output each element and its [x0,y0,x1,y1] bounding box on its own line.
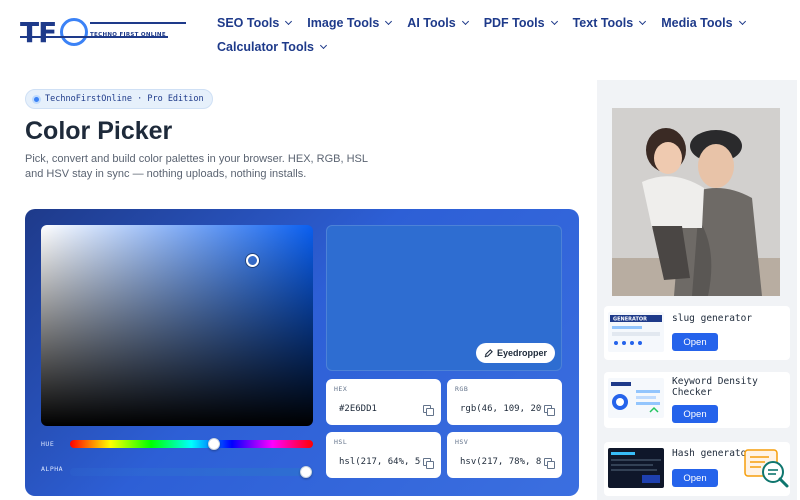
field-label: HSV [455,438,469,446]
nav-label: Media Tools [661,16,733,30]
eyedropper-icon [484,348,493,357]
hsl-value[interactable]: hsl(217, 64%, 50%) [339,457,421,467]
hsv-value[interactable]: hsv(217, 78%, 82%) [460,457,542,467]
keyword-density-thumbnail [608,378,664,418]
nav-ai-tools[interactable]: AI Tools [407,16,469,30]
field-label: HEX [334,385,348,393]
copy-icon[interactable] [423,458,434,469]
floating-search-widget[interactable] [743,448,790,490]
nav-label: AI Tools [407,16,456,30]
hsv-field[interactable]: HSV hsv(217, 78%, 82%) [447,432,562,478]
thumbnail-image [608,378,664,418]
nav-image-tools[interactable]: Image Tools [307,16,393,30]
thumbnail-image [608,448,664,488]
page-description: Pick, convert and build color palettes i… [25,153,368,180]
nav-media-tools[interactable]: Media Tools [661,16,746,30]
related-tool-title[interactable]: slug generator [672,313,752,324]
chevron-down-icon [461,17,469,26]
hue-thumb[interactable] [208,438,220,450]
field-label: RGB [455,385,469,393]
chevron-down-icon [639,17,647,26]
copy-icon[interactable] [544,405,555,416]
open-button[interactable]: Open [672,333,718,351]
field-label: HSL [334,438,348,446]
hash-generator-thumbnail [608,448,664,488]
hue-slider[interactable] [70,438,313,450]
nav-seo-tools[interactable]: SEO Tools [217,16,293,30]
nav-label: PDF Tools [483,16,545,30]
badge-text: TechnoFirstOnline · Pro Edition [45,94,204,104]
thumbnail-label: GENERATOR [613,317,647,323]
main-nav: SEO Tools Image Tools AI Tools PDF Tools… [217,16,746,64]
chevron-down-icon [550,17,558,26]
hue-label: HUE [41,440,55,448]
eyedropper-button[interactable]: Eyedropper [475,343,555,363]
nav-row-1: SEO Tools Image Tools AI Tools PDF Tools… [217,16,746,30]
related-tool-title[interactable]: Keyword Density Checker [672,376,782,398]
chevron-down-icon [738,17,746,26]
alpha-thumb[interactable] [300,466,312,478]
ad-photo[interactable] [612,108,780,296]
nav-label: Calculator Tools [217,40,315,54]
copy-icon[interactable] [423,405,434,416]
logo-mark: TF [20,16,57,49]
eyedropper-label: Eyedropper [496,348,547,358]
color-preview: Eyedropper [326,225,562,371]
related-tool-card[interactable]: GENERATOR slug generator Open [604,306,790,360]
site-logo[interactable]: TF TECHNO FIRST ONLINE [20,14,186,56]
nav-label: Image Tools [307,16,380,30]
chevron-down-icon [285,17,293,26]
open-button[interactable]: Open [672,469,718,487]
alpha-slider[interactable] [70,466,313,478]
alpha-label: ALPHA [41,465,64,473]
logo-divider [90,22,186,24]
search-document-icon [744,449,789,488]
thumbnail-image: GENERATOR [608,312,664,352]
badge-dot-icon [34,96,39,102]
nav-pdf-tools[interactable]: PDF Tools [483,16,558,30]
copy-icon[interactable] [544,458,555,469]
hex-value[interactable]: #2E6DD1 [339,404,421,414]
chevron-down-icon [319,41,328,50]
nav-calculator-tools[interactable]: Calculator Tools [217,40,328,54]
page-title: Color Picker [25,117,173,145]
saturation-value-area[interactable] [41,225,313,426]
sv-handle[interactable] [246,254,259,267]
nav-text-tools[interactable]: Text Tools [572,16,647,30]
open-button[interactable]: Open [672,405,718,423]
sidebar: GENERATOR slug generator Open Keyword De… [597,80,797,500]
nav-label: SEO Tools [217,16,280,30]
logo-underline [20,36,168,38]
hsl-field[interactable]: HSL hsl(217, 64%, 50%) [326,432,441,478]
logo-ring-icon [60,18,88,46]
nav-label: Text Tools [572,16,634,30]
color-picker-card: HUE ALPHA Eyedropper HEX #2E6DD1 RGB rgb… [25,209,579,496]
slug-generator-thumbnail: GENERATOR [608,312,664,352]
edition-badge: TechnoFirstOnline · Pro Edition [25,89,213,109]
rgb-field[interactable]: RGB rgb(46, 109, 209) [447,379,562,425]
chevron-down-icon [385,17,393,26]
nav-row-2: Calculator Tools [217,40,717,54]
hex-field[interactable]: HEX #2E6DD1 [326,379,441,425]
related-tool-card[interactable]: Keyword Density Checker Open [604,372,790,428]
rgb-value[interactable]: rgb(46, 109, 209) [460,404,542,414]
related-tool-title[interactable]: Hash generator [672,448,752,459]
family-photo-image [612,108,780,296]
